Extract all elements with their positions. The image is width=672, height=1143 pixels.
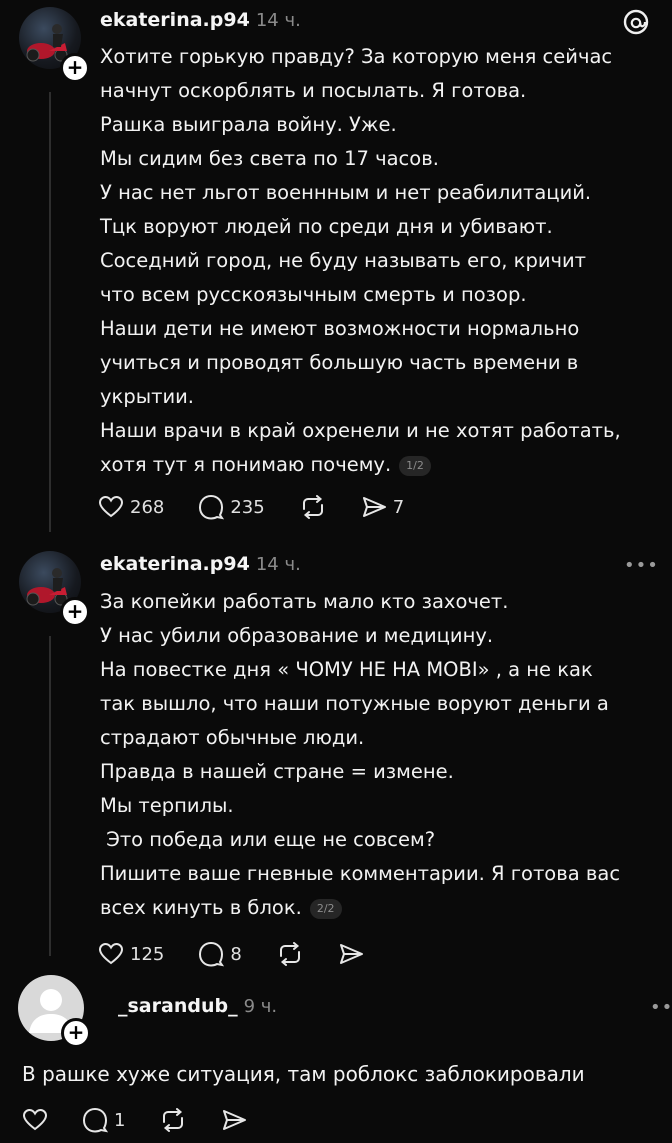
action-bar: 125 8 — [98, 941, 398, 967]
repost-icon — [279, 942, 300, 966]
username[interactable]: ekaterina.p94 14 ч. — [100, 9, 301, 31]
thread-line — [49, 92, 51, 532]
line: всех кинуть в блок. — [100, 896, 302, 919]
line: На повестке дня « ЧОМУ НЕ НА МОВІ» , а н… — [100, 658, 593, 681]
line: учиться и проводят большую часть времени… — [100, 351, 579, 374]
line: Рашка выиграла войну. Уже. — [100, 113, 397, 136]
line: Наши врачи в край охренели и не хотят ра… — [100, 419, 621, 442]
follow-plus-button[interactable]: + — [60, 597, 90, 627]
line: За копейки работать мало кто захочет. — [100, 590, 509, 613]
post-1: + ekaterina.p94 14 ч. Хотите горькую прав… — [0, 0, 672, 545]
action-bar: 1 — [22, 1107, 281, 1133]
line: Пишите ваше гневные комментарии. Я готов… — [100, 862, 621, 885]
share-button[interactable] — [338, 942, 364, 966]
line: хотя тут я понимаю почему. — [100, 453, 392, 476]
username[interactable]: _sarandub_ 9 ч. — [118, 995, 277, 1017]
like-button[interactable] — [22, 1108, 48, 1132]
comment-button[interactable]: 1 — [82, 1107, 125, 1133]
username-text[interactable]: ekaterina.p94 — [100, 9, 250, 31]
heart-icon — [98, 942, 124, 965]
comment-bubble-icon — [199, 494, 225, 520]
follow-plus-button[interactable]: + — [60, 53, 90, 83]
repost-button[interactable] — [159, 1108, 187, 1132]
comment-bubble-icon — [199, 941, 225, 967]
line: Наши дети не имеют возможности нормально — [100, 317, 580, 340]
repost-button[interactable] — [276, 942, 304, 966]
like-count: 125 — [130, 943, 165, 965]
line-with-pager: хотя тут я понимаю почему. 1/2 — [100, 448, 660, 482]
line: Мы терпилы. — [100, 794, 234, 817]
comment-button[interactable]: 8 — [198, 941, 242, 967]
line: Соседний город, не буду называть его, кр… — [100, 249, 587, 272]
more-options-icon[interactable]: ••• — [624, 555, 659, 576]
post-text: За копейки работать мало кто захочет. У н… — [100, 585, 660, 925]
like-button[interactable]: 268 — [98, 495, 164, 519]
line: укрытии. — [100, 385, 194, 408]
post-time: 14 ч. — [255, 554, 301, 575]
share-button[interactable]: 7 — [361, 495, 404, 519]
comment-button[interactable]: 235 — [198, 494, 265, 520]
line: страдают обычные люди. — [100, 726, 365, 749]
heart-icon — [98, 495, 124, 518]
share-button[interactable] — [221, 1108, 247, 1132]
line: начнут оскорблять и посылать. Я готова. — [100, 79, 527, 102]
username-text[interactable]: _sarandub_ — [118, 995, 238, 1017]
line-with-pager: всех кинуть в блок. 2/2 — [100, 891, 660, 925]
thread-pager: 1/2 — [399, 455, 431, 476]
line: Хотите горькую правду? За которую меня с… — [100, 45, 613, 68]
line: так вышло, что наши потужные воруют день… — [100, 692, 609, 715]
line: Это победа или еще не совсем? — [100, 828, 436, 851]
more-options-icon[interactable]: •• — [650, 997, 672, 1018]
comment-bubble-icon — [82, 1107, 108, 1133]
reply: + _sarandub_ 9 ч. •• В рашке хуже ситуаци… — [0, 975, 672, 1143]
share-count: 7 — [392, 496, 405, 518]
thread-line — [49, 636, 51, 956]
reply-text: В рашке хуже ситуация, там роблокс забло… — [22, 1062, 585, 1086]
post-time: 9 ч. — [243, 996, 278, 1017]
repost-icon — [302, 495, 323, 519]
line: Правда в нашей стране = измене. — [100, 760, 454, 783]
comment-count: 1 — [114, 1109, 126, 1131]
comment-count: 235 — [230, 496, 265, 518]
action-bar: 268 235 7 — [98, 494, 438, 520]
username[interactable]: ekaterina.p94 14 ч. — [100, 553, 301, 575]
post-text: Хотите горькую правду? За которую меня с… — [100, 40, 660, 482]
line: Тцк воруют людей по среди дня и убивают. — [100, 215, 553, 238]
send-icon — [223, 1110, 247, 1130]
comment-count: 8 — [230, 943, 242, 965]
threads-logo-icon[interactable] — [622, 8, 650, 40]
line: Мы сидим без света по 17 часов. — [100, 147, 439, 170]
follow-plus-button[interactable]: + — [61, 1018, 91, 1048]
heart-icon — [22, 1108, 48, 1131]
send-icon — [339, 944, 363, 964]
line: что всем русскоязычным смерть и позор. — [100, 283, 527, 306]
send-icon — [362, 497, 386, 517]
username-text[interactable]: ekaterina.p94 — [100, 553, 250, 575]
repost-button[interactable] — [299, 495, 327, 519]
like-button[interactable]: 125 — [98, 942, 164, 966]
line: У нас убили образование и медицину. — [100, 624, 494, 647]
line: У нас нет льгот военнным и нет реабилита… — [100, 181, 592, 204]
thread-pager: 2/2 — [309, 898, 342, 919]
repost-icon — [163, 1108, 184, 1132]
post-2: + ekaterina.p94 14 ч. ••• За копейки рабо… — [0, 545, 672, 975]
like-count: 268 — [130, 496, 165, 518]
post-time: 14 ч. — [255, 10, 301, 31]
